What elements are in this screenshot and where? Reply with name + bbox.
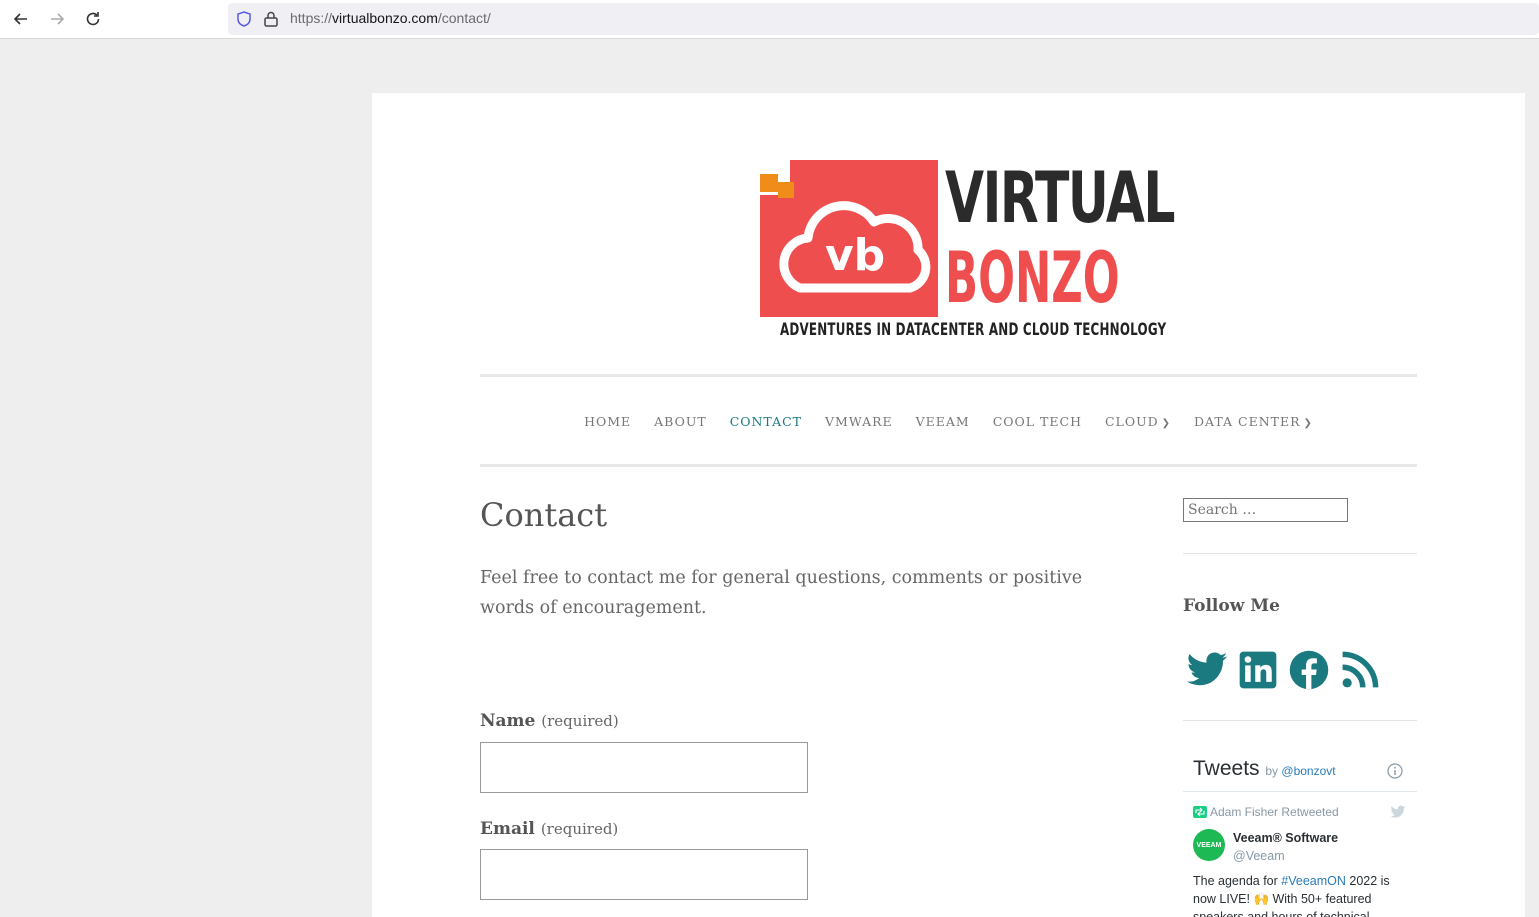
tweet-hashtag-link[interactable]: #VeeamON [1281,874,1346,888]
back-button[interactable] [9,8,33,30]
tweet-author-handle[interactable]: @Veeam [1233,849,1285,863]
browser-toolbar: https://virtualbonzo.com/contact/ [0,0,1539,39]
linkedin-icon[interactable] [1236,648,1280,692]
forward-button[interactable] [45,8,69,30]
header-divider [480,374,1417,377]
sidebar-divider [1183,720,1417,721]
chevron-down-icon: ❯ [1303,418,1313,429]
address-bar[interactable]: https://virtualbonzo.com/contact/ [228,3,1539,35]
follow-title: Follow Me [1183,596,1280,616]
retweet-text[interactable]: Adam Fisher Retweeted [1210,805,1339,819]
forward-arrow-icon [51,13,65,25]
info-icon[interactable] [1387,763,1403,779]
email-input[interactable] [480,849,808,900]
nav-item-home[interactable]: HOME [584,414,631,429]
email-label-text: Email [480,819,535,839]
tweets-by: by [1265,764,1279,778]
rss-icon[interactable] [1338,648,1382,692]
nav-item-vmware[interactable]: VMWARE [825,414,893,429]
nav-divider [480,464,1417,467]
search-input[interactable] [1183,498,1348,522]
required-note: (required) [541,712,619,730]
main-navigation: HOME ABOUT CONTACT VMWARE VEEAM COOL TEC… [480,414,1417,429]
twitter-bird-icon[interactable] [1389,804,1407,820]
nav-item-veeam[interactable]: VEEAM [916,414,970,429]
sidebar-divider [1183,553,1417,554]
site-logo[interactable]: vb VIRTUAL BONZO ADVENTURES IN DATACENTE… [760,158,1176,346]
nav-item-cool-tech[interactable]: COOL TECH [993,414,1082,429]
site-tagline: ADVENTURES IN DATACENTER AND CLOUD TECHN… [780,320,1167,340]
url-text[interactable]: https://virtualbonzo.com/contact/ [290,10,491,26]
tweets-divider [1183,791,1417,792]
twitter-timeline-widget: Tweets by @bonzovt Adam Fisher Retweeted… [1183,745,1417,917]
back-arrow-icon [13,13,27,25]
logo-word-virtual: VIRTUAL [945,157,1176,239]
svg-text:vb: vb [825,230,885,281]
page-content: vb VIRTUAL BONZO ADVENTURES IN DATACENTE… [372,93,1525,917]
tweet-text: The agenda for #VeeamON 2022 is now LIVE… [1193,872,1403,917]
url-scheme: https:// [290,10,333,26]
nav-item-about[interactable]: ABOUT [654,414,707,429]
url-path: /contact/ [437,10,491,26]
nav-item-cloud[interactable]: CLOUD ❯ [1105,414,1171,429]
tweet-author[interactable]: Veeam® Software [1233,831,1338,845]
tweets-title: Tweets [1193,757,1260,780]
facebook-icon[interactable] [1287,648,1331,692]
nav-item-contact[interactable]: CONTACT [730,414,802,429]
logo-word-bonzo: BONZO [945,237,1120,319]
nav-item-data-center[interactable]: DATA CENTER ❯ [1194,414,1313,429]
twitter-icon[interactable] [1185,648,1229,692]
chevron-down-icon: ❯ [1161,418,1172,429]
email-label: Email (required) [480,819,618,839]
reload-icon [86,12,100,26]
nav-item-cloud-label: CLOUD [1104,414,1159,429]
lock-icon[interactable] [263,10,279,28]
name-input[interactable] [480,742,808,793]
name-label-text: Name [480,711,536,731]
nav-item-data-center-label: DATA CENTER [1194,414,1301,429]
cloud-logo-icon: vb [760,160,938,317]
tweets-handle-link[interactable]: @bonzovt [1281,764,1335,778]
name-label: Name (required) [480,711,619,731]
url-host: virtualbonzo.com [332,10,438,26]
retweet-icon [1193,806,1207,818]
page-title: Contact [480,496,608,534]
intro-text: Feel free to contact me for general ques… [480,568,1083,618]
retweet-line: Adam Fisher Retweeted [1193,805,1339,819]
tweet-text-start: The agenda for [1193,874,1282,888]
required-note: (required) [540,820,619,838]
reload-button[interactable] [81,8,105,30]
shield-icon[interactable] [235,10,253,28]
tweets-header: Tweets by @bonzovt [1193,757,1336,781]
tweets-by-line: by @bonzovt [1265,764,1335,778]
avatar[interactable]: VEEAM [1193,829,1225,861]
